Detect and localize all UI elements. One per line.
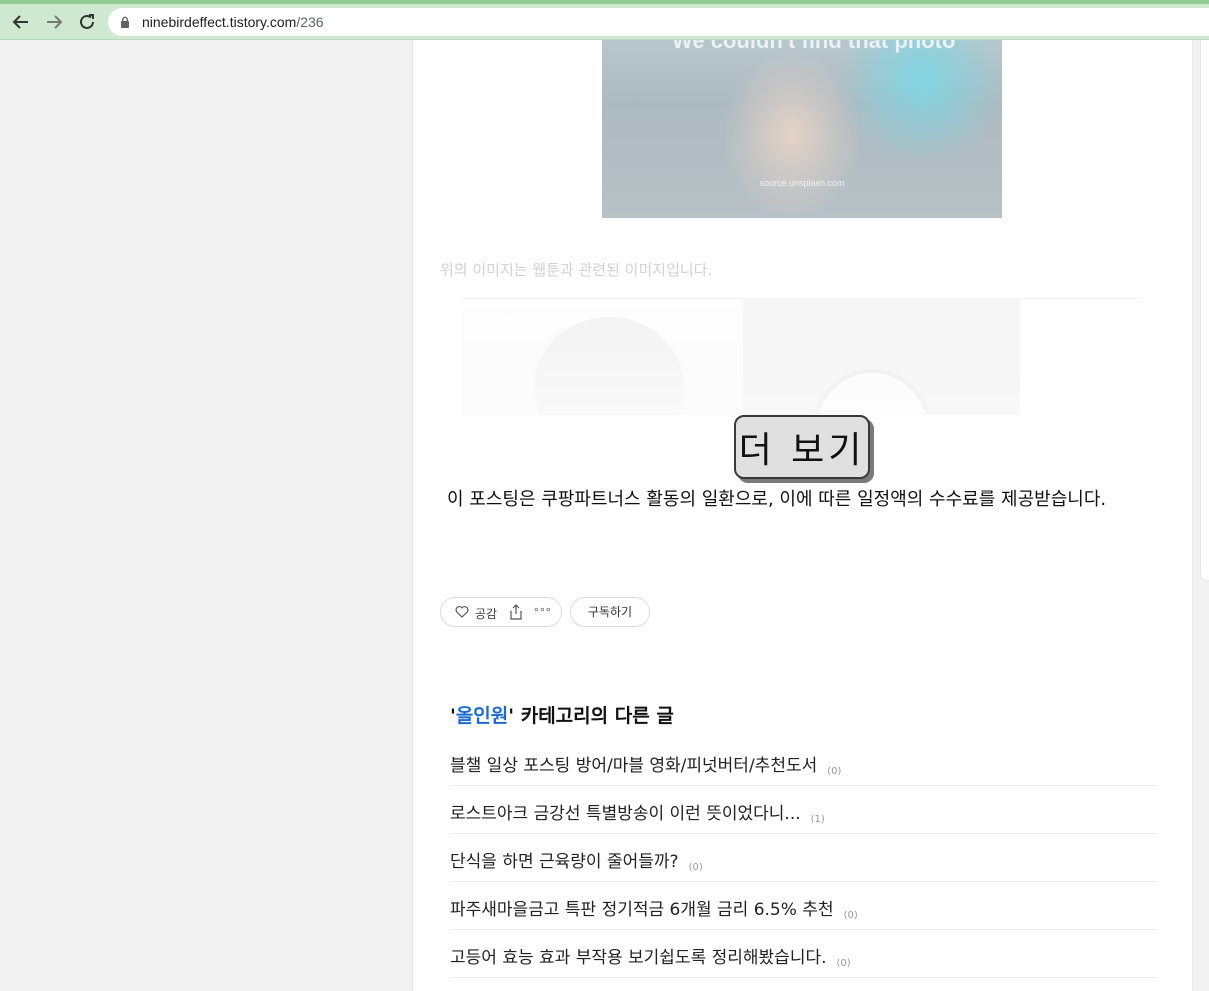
right-panel-edge [1200, 40, 1209, 581]
comment-count: (0) [843, 910, 858, 921]
image-caption: 위의 이미지는 웹툰과 관련된 이미지입니다. [440, 261, 713, 279]
related-post-item[interactable]: 블챌 일상 포스팅 방어/마블 영화/피넛버터/추천도서 (0) [450, 738, 1157, 786]
affiliate-notice: 이 포스팅은 쿠팡파트너스 활동의 일환으로, 이에 따른 일정액의 수수료를 … [447, 489, 1107, 510]
arrow-left-icon [12, 15, 28, 29]
url-path: /236 [296, 14, 324, 30]
hero-image: We couldn't find that photo source.unspl… [602, 40, 1002, 218]
reload-button[interactable] [75, 10, 99, 34]
comment-count: (0) [836, 958, 851, 969]
comment-count: (1) [810, 814, 825, 825]
arrow-right-icon [47, 15, 63, 29]
post-content: We couldn't find that photo source.unspl… [412, 40, 1193, 991]
reload-icon [80, 14, 94, 29]
heart-icon[interactable] [455, 605, 469, 618]
title-suffix: 카테고리의 다른 글 [514, 705, 674, 727]
related-posts-title: '올인원' 카테고리의 다른 글 [450, 701, 674, 728]
more-button[interactable]: 더 보기 [734, 415, 870, 479]
related-post-title[interactable]: 블챌 일상 포스팅 방어/마블 영화/피넛버터/추천도서 [450, 756, 817, 776]
address-bar[interactable]: ninebirdeffect.tistory.com/236 [108, 8, 1209, 36]
category-link[interactable]: 올인원 [456, 705, 508, 727]
hero-source: source.unsplash.com [759, 178, 845, 188]
hero-glow-warm [722, 50, 862, 218]
comment-count: (0) [827, 766, 842, 777]
product-thumbnails [462, 298, 1142, 415]
related-post-item[interactable]: 파주새마을금고 특판 정기적금 6개월 금리 6.5% 추천 (0) [450, 882, 1157, 930]
like-label[interactable]: 공감 [475, 605, 497, 622]
url-text: ninebirdeffect.tistory.com/236 [142, 14, 324, 30]
url-host: ninebirdeffect.tistory.com [142, 14, 297, 30]
related-post-title[interactable]: 파주새마을금고 특판 정기적금 6개월 금리 6.5% 추천 [450, 900, 834, 920]
comment-count: (0) [688, 862, 703, 873]
reaction-group: 공감 ∘∘∘ [440, 597, 562, 627]
related-post-item[interactable]: 로스트아크 금강선 특별방송이 이런 뜻이었다니... (1) [450, 786, 1157, 834]
hero-cut-text: We couldn't find that photo [672, 40, 956, 53]
subscribe-button[interactable]: 구독하기 [570, 597, 650, 627]
back-button[interactable] [9, 10, 33, 34]
browser-toolbar: ninebirdeffect.tistory.com/236 [0, 4, 1209, 40]
lock-icon [121, 16, 129, 28]
related-posts-list: 블챌 일상 포스팅 방어/마블 영화/피넛버터/추천도서 (0) 로스트아크 금강… [450, 738, 1157, 978]
related-post-title[interactable]: 단식을 하면 근육량이 줄어들까? [450, 852, 679, 872]
forward-button[interactable] [42, 10, 66, 34]
related-post-item[interactable]: 고등어 효능 효과 부작용 보기쉽도록 정리해봤습니다. (0) [450, 930, 1157, 978]
related-post-title[interactable]: 로스트아크 금강선 특별방송이 이런 뜻이었다니... [450, 804, 801, 824]
thumbnail-fade-overlay [462, 299, 1142, 415]
more-options-icon[interactable]: ∘∘∘ [533, 603, 552, 616]
share-icon[interactable] [509, 604, 523, 620]
related-post-title[interactable]: 고등어 효능 효과 부작용 보기쉽도록 정리해봤습니다. [450, 948, 827, 968]
related-post-item[interactable]: 단식을 하면 근육량이 줄어들까? (0) [450, 834, 1157, 882]
